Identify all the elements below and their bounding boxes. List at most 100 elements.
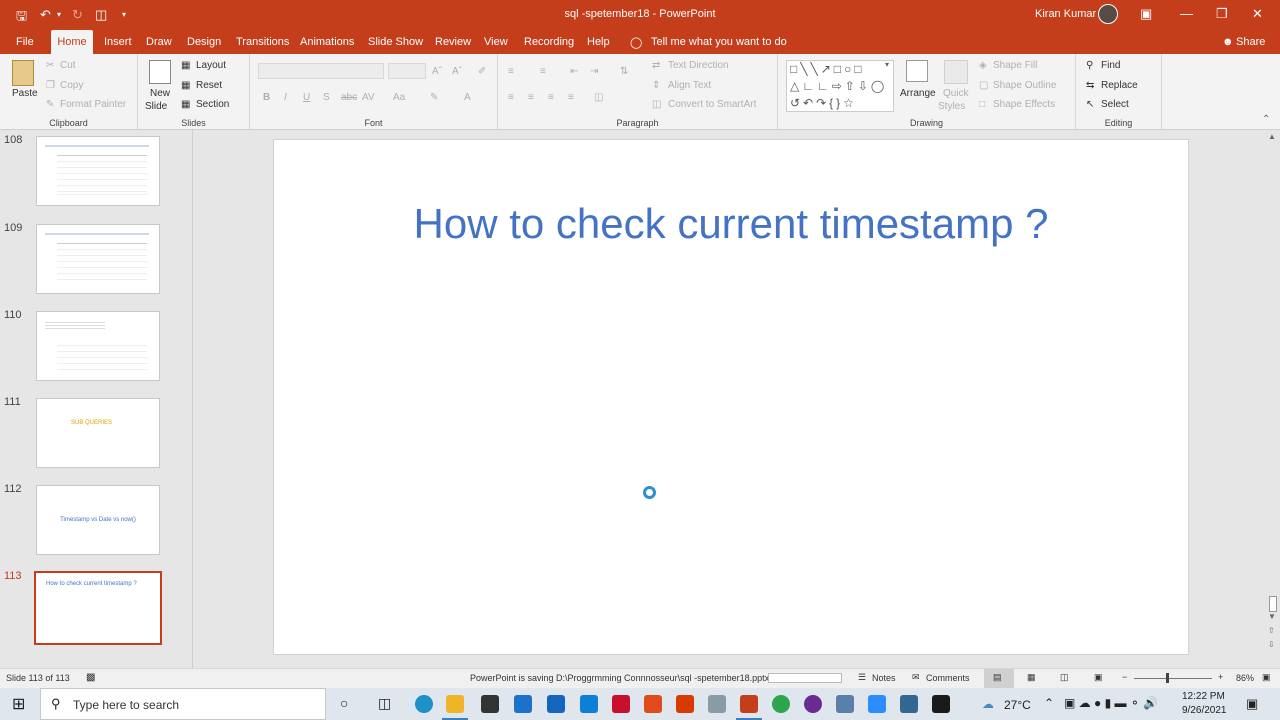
- bullets-icon[interactable]: ≡: [508, 66, 514, 77]
- file-explorer-icon[interactable]: [446, 695, 464, 713]
- change-case-button[interactable]: Aa: [393, 92, 405, 103]
- tab-transitions[interactable]: Transitions: [236, 36, 289, 48]
- tab-view[interactable]: View: [484, 36, 508, 48]
- reading-view-icon[interactable]: ◫: [1060, 672, 1069, 683]
- minimize-icon[interactable]: —: [1180, 6, 1193, 21]
- office-alt-icon[interactable]: [676, 695, 694, 713]
- avatar[interactable]: [1098, 4, 1118, 24]
- tab-home[interactable]: Home: [51, 30, 93, 54]
- justify-icon[interactable]: ≡: [568, 92, 574, 103]
- shapes-gallery[interactable]: □╲╲↗□○□ △∟∟⇨⇧⇩◯ ↺↶↷{}☆: [786, 60, 894, 112]
- numbering-icon[interactable]: ≡: [540, 66, 546, 77]
- text-direction-button[interactable]: Text Direction: [668, 60, 729, 71]
- weather-icon[interactable]: ☁: [982, 697, 994, 711]
- italic-button[interactable]: I: [284, 92, 287, 103]
- shape-outline-icon[interactable]: ▢: [979, 80, 988, 91]
- cut-icon[interactable]: ✂: [46, 60, 54, 71]
- tab-slide-show[interactable]: Slide Show: [368, 36, 423, 48]
- ribbon-display-icon[interactable]: ▣: [1140, 6, 1152, 22]
- text-direction-icon[interactable]: ⇄: [652, 60, 660, 71]
- fit-slide-icon[interactable]: ▣: [1262, 672, 1271, 683]
- increase-indent-icon[interactable]: ⇥: [590, 66, 598, 77]
- app-blue-icon[interactable]: [580, 695, 598, 713]
- align-center-icon[interactable]: ≡: [528, 92, 534, 103]
- next-slide-icon[interactable]: ⇩: [1268, 640, 1275, 649]
- tray-icons[interactable]: ▣ ☁ ● ▮ ▬ ⚬ 🔊: [1064, 696, 1158, 710]
- accessibility-icon[interactable]: ▩: [86, 672, 95, 683]
- paste-icon[interactable]: [12, 60, 34, 86]
- section-button[interactable]: Section: [196, 99, 229, 110]
- store-icon[interactable]: [481, 695, 499, 713]
- edge-icon[interactable]: [415, 695, 433, 713]
- vs-code-icon[interactable]: [932, 695, 950, 713]
- mcafee-icon[interactable]: [612, 695, 630, 713]
- shape-fill-button[interactable]: Shape Fill: [993, 60, 1037, 71]
- app-grey-icon[interactable]: [836, 695, 854, 713]
- bold-button[interactable]: B: [263, 92, 270, 103]
- cut-button[interactable]: Cut: [60, 60, 76, 71]
- task-view-icon[interactable]: ◫: [378, 695, 391, 712]
- tab-file[interactable]: File: [16, 36, 34, 48]
- select-button[interactable]: Select: [1101, 99, 1129, 110]
- reset-button[interactable]: Reset: [196, 80, 222, 91]
- arrange-icon[interactable]: [906, 60, 928, 82]
- slide-thumbnail-112[interactable]: Timestamp vs Date vs now(): [36, 485, 160, 555]
- clear-format-icon[interactable]: ✐: [478, 66, 486, 77]
- shadow-button[interactable]: S: [323, 92, 330, 103]
- tab-help[interactable]: Help: [587, 36, 610, 48]
- shrink-font-icon[interactable]: Aˇ: [452, 66, 462, 77]
- shapes-more-icon[interactable]: ▾: [885, 60, 889, 69]
- align-left-icon[interactable]: ≡: [508, 92, 514, 103]
- close-icon[interactable]: ✕: [1252, 6, 1263, 22]
- slide-thumbnail-113[interactable]: How to check current timestamp ?: [34, 571, 162, 645]
- slide-thumbnail-110[interactable]: [36, 311, 160, 381]
- slide-title[interactable]: How to check current timestamp ?: [274, 200, 1188, 248]
- copy-icon[interactable]: ❐: [46, 80, 55, 91]
- l-app-icon[interactable]: [547, 695, 565, 713]
- tab-insert[interactable]: Insert: [104, 36, 132, 48]
- replace-button[interactable]: Replace: [1101, 80, 1138, 91]
- tab-draw[interactable]: Draw: [146, 36, 172, 48]
- quick-styles-button-line2[interactable]: Styles: [938, 101, 965, 112]
- layout-icon[interactable]: ▦: [181, 60, 190, 71]
- select-icon[interactable]: ↖: [1086, 99, 1094, 110]
- collapse-ribbon-icon[interactable]: ⌃: [1262, 114, 1270, 125]
- tab-animations[interactable]: Animations: [300, 36, 354, 48]
- scroll-thumb[interactable]: [1269, 596, 1277, 612]
- share-button[interactable]: Share: [1236, 36, 1265, 48]
- zoom-icon[interactable]: [868, 695, 886, 713]
- new-slide-button[interactable]: New: [150, 88, 170, 99]
- zoom-out-icon[interactable]: −: [1122, 672, 1127, 682]
- scroll-down-icon[interactable]: ▼: [1268, 612, 1276, 621]
- shape-effects-icon[interactable]: □: [979, 99, 985, 110]
- cortana-icon[interactable]: ○: [340, 695, 348, 711]
- replace-icon[interactable]: ⇆: [1086, 80, 1094, 91]
- underline-button[interactable]: U: [303, 92, 310, 103]
- slide-sorter-icon[interactable]: ▦: [1027, 672, 1036, 683]
- format-painter-button[interactable]: Format Painter: [60, 99, 126, 110]
- font-name-dropdown[interactable]: [258, 63, 384, 79]
- maximize-icon[interactable]: ❐: [1216, 6, 1228, 22]
- grow-font-icon[interactable]: Aˆ: [432, 66, 442, 77]
- notifications-icon[interactable]: ▣: [1246, 696, 1258, 712]
- scroll-up-icon[interactable]: ▲: [1268, 132, 1276, 141]
- mail-icon[interactable]: [514, 695, 532, 713]
- align-text-button[interactable]: Align Text: [668, 80, 711, 91]
- office-icon[interactable]: [644, 695, 662, 713]
- strikethrough-button[interactable]: abc: [341, 92, 357, 103]
- snip-tool-icon[interactable]: [708, 695, 726, 713]
- zoom-level[interactable]: 86%: [1236, 673, 1254, 683]
- taskbar-search-box[interactable]: ⚲ Type here to search: [40, 688, 326, 720]
- tab-review[interactable]: Review: [435, 36, 471, 48]
- align-text-icon[interactable]: ⇕: [652, 80, 660, 91]
- tab-recording[interactable]: Recording: [524, 36, 574, 48]
- copy-button[interactable]: Copy: [60, 80, 83, 91]
- clock-time[interactable]: 12:22 PM: [1182, 691, 1225, 702]
- columns-icon[interactable]: ◫: [594, 92, 603, 103]
- slide-thumbnail-108[interactable]: [36, 136, 160, 206]
- chrome-icon[interactable]: [772, 695, 790, 713]
- font-size-dropdown[interactable]: [388, 63, 426, 79]
- notes-icon[interactable]: ☰: [858, 672, 866, 683]
- new-slide-button-line2[interactable]: Slide: [145, 101, 167, 112]
- convert-smartart-button[interactable]: Convert to SmartArt: [668, 99, 756, 110]
